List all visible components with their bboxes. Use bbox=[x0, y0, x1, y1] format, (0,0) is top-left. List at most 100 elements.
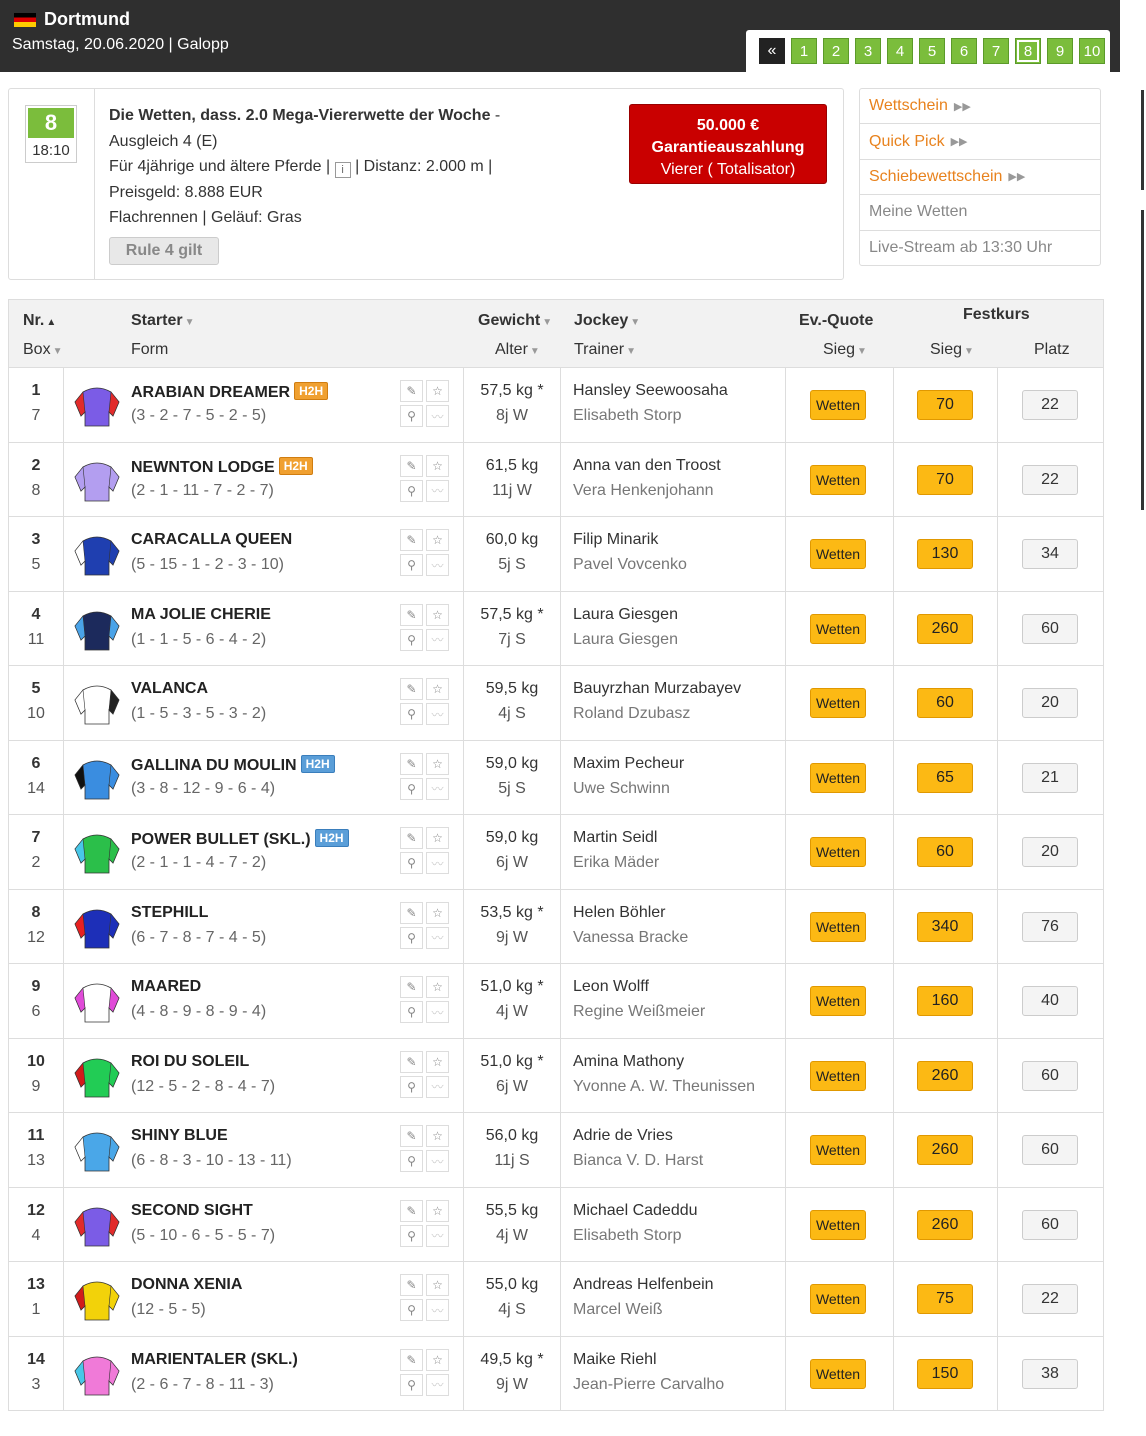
star-icon[interactable]: ☆ bbox=[426, 976, 449, 998]
pencil-icon[interactable]: ✎ bbox=[400, 1274, 423, 1296]
win-odds-button[interactable]: 160 bbox=[917, 986, 973, 1016]
pencil-icon[interactable]: ✎ bbox=[400, 678, 423, 700]
place-odds-button[interactable]: 22 bbox=[1022, 464, 1078, 495]
star-icon[interactable]: ☆ bbox=[426, 1199, 449, 1222]
info-icon[interactable]: i bbox=[334, 162, 351, 178]
runner-name[interactable]: POWER BULLET (SKL.) bbox=[131, 831, 311, 848]
col-box[interactable]: Box ▼ bbox=[23, 341, 62, 359]
star-icon[interactable]: ☆ bbox=[426, 380, 449, 402]
race-button[interactable]: 3 bbox=[855, 38, 881, 64]
bet-button[interactable]: Wetten bbox=[810, 613, 866, 644]
chart-icon[interactable]: 〰 bbox=[426, 1001, 449, 1023]
runner-name[interactable]: SECOND SIGHT bbox=[131, 1202, 253, 1219]
col-fk-sieg[interactable]: Sieg ▼ bbox=[930, 341, 974, 359]
bet-button[interactable]: Wetten bbox=[810, 464, 866, 495]
runner-name[interactable]: MARIENTALER (SKL.) bbox=[131, 1351, 298, 1368]
chart-icon[interactable]: 〰 bbox=[426, 1075, 449, 1098]
col-gewicht[interactable]: Gewicht ▼ bbox=[478, 312, 552, 330]
star-icon[interactable]: ☆ bbox=[426, 752, 449, 775]
chart-icon[interactable]: 〰 bbox=[426, 703, 449, 725]
col-trainer[interactable]: Trainer ▼ bbox=[574, 341, 636, 359]
chart-icon[interactable]: 〰 bbox=[426, 926, 449, 949]
bet-button[interactable]: Wetten bbox=[810, 986, 866, 1016]
win-odds-button[interactable]: 70 bbox=[917, 464, 973, 495]
search-icon[interactable]: ⚲ bbox=[400, 554, 423, 576]
win-odds-button[interactable]: 340 bbox=[917, 911, 973, 942]
search-icon[interactable]: ⚲ bbox=[400, 1001, 423, 1023]
pencil-icon[interactable]: ✎ bbox=[400, 752, 423, 775]
guarantee-banner[interactable]: 50.000 € Garantieauszahlung Vierer ( Tot… bbox=[629, 104, 827, 184]
pencil-icon[interactable]: ✎ bbox=[400, 454, 423, 477]
win-odds-button[interactable]: 260 bbox=[917, 1060, 973, 1091]
runner-name[interactable]: MAARED bbox=[131, 978, 201, 995]
pencil-icon[interactable]: ✎ bbox=[400, 603, 423, 626]
bet-button[interactable]: Wetten bbox=[810, 1358, 866, 1389]
search-icon[interactable]: ⚲ bbox=[400, 703, 423, 725]
chart-icon[interactable]: 〰 bbox=[426, 479, 449, 502]
search-icon[interactable]: ⚲ bbox=[400, 1075, 423, 1098]
col-jockey[interactable]: Jockey ▼ bbox=[574, 312, 640, 330]
chart-icon[interactable]: 〰 bbox=[426, 628, 449, 651]
runner-name[interactable]: GALLINA DU MOULIN bbox=[131, 757, 297, 774]
h2h-badge[interactable]: H2H bbox=[314, 829, 349, 847]
race-button[interactable]: 6 bbox=[951, 38, 977, 64]
race-button[interactable]: 1 bbox=[791, 38, 817, 64]
win-odds-button[interactable]: 65 bbox=[917, 762, 973, 793]
runner-name[interactable]: ARABIAN DREAMER bbox=[131, 384, 290, 401]
search-icon[interactable]: ⚲ bbox=[400, 479, 423, 502]
bet-button[interactable]: Wetten bbox=[810, 837, 866, 867]
win-odds-button[interactable]: 60 bbox=[917, 837, 973, 867]
runner-name[interactable]: DONNA XENIA bbox=[131, 1276, 242, 1293]
runner-name[interactable]: VALANCA bbox=[131, 680, 208, 697]
place-odds-button[interactable]: 21 bbox=[1022, 762, 1078, 793]
bet-button[interactable]: Wetten bbox=[810, 539, 866, 569]
win-odds-button[interactable]: 150 bbox=[917, 1358, 973, 1389]
chart-icon[interactable]: 〰 bbox=[426, 554, 449, 576]
search-icon[interactable]: ⚲ bbox=[400, 926, 423, 949]
bet-button[interactable]: Wetten bbox=[810, 390, 866, 420]
pencil-icon[interactable]: ✎ bbox=[400, 827, 423, 849]
star-icon[interactable]: ☆ bbox=[426, 901, 449, 924]
race-button[interactable]: 9 bbox=[1047, 38, 1073, 64]
chart-icon[interactable]: 〰 bbox=[426, 1150, 449, 1172]
search-icon[interactable]: ⚲ bbox=[400, 405, 423, 427]
bet-button[interactable]: Wetten bbox=[810, 911, 866, 942]
bet-button[interactable]: Wetten bbox=[810, 1209, 866, 1240]
race-button[interactable]: 10 bbox=[1079, 38, 1105, 64]
race-button[interactable]: 5 bbox=[919, 38, 945, 64]
pencil-icon[interactable]: ✎ bbox=[400, 1050, 423, 1073]
place-odds-button[interactable]: 60 bbox=[1022, 1135, 1078, 1165]
place-odds-button[interactable]: 60 bbox=[1022, 1209, 1078, 1240]
star-icon[interactable]: ☆ bbox=[426, 529, 449, 551]
runner-name[interactable]: SHINY BLUE bbox=[131, 1127, 228, 1144]
runner-name[interactable]: NEWNTON LODGE bbox=[131, 459, 275, 476]
win-odds-button[interactable]: 75 bbox=[917, 1284, 973, 1314]
star-icon[interactable]: ☆ bbox=[426, 678, 449, 700]
win-odds-button[interactable]: 60 bbox=[917, 688, 973, 718]
pencil-icon[interactable]: ✎ bbox=[400, 380, 423, 402]
place-odds-button[interactable]: 76 bbox=[1022, 911, 1078, 942]
bet-button[interactable]: Wetten bbox=[810, 1060, 866, 1091]
place-odds-button[interactable]: 22 bbox=[1022, 390, 1078, 420]
back-button[interactable]: « bbox=[759, 38, 785, 64]
link-schiebewettschein[interactable]: Schiebewettschein ▶▶ bbox=[860, 160, 1100, 196]
pencil-icon[interactable]: ✎ bbox=[400, 1125, 423, 1147]
race-button[interactable]: 2 bbox=[823, 38, 849, 64]
bet-button[interactable]: Wetten bbox=[810, 1135, 866, 1165]
star-icon[interactable]: ☆ bbox=[426, 1348, 449, 1371]
runner-name[interactable]: MA JOLIE CHERIE bbox=[131, 606, 271, 623]
win-odds-button[interactable]: 260 bbox=[917, 1135, 973, 1165]
win-odds-button[interactable]: 130 bbox=[917, 539, 973, 569]
pencil-icon[interactable]: ✎ bbox=[400, 529, 423, 551]
col-ev-sieg[interactable]: Sieg ▼ bbox=[823, 341, 867, 359]
place-odds-button[interactable]: 38 bbox=[1022, 1358, 1078, 1389]
place-odds-button[interactable]: 40 bbox=[1022, 986, 1078, 1016]
pencil-icon[interactable]: ✎ bbox=[400, 976, 423, 998]
place-odds-button[interactable]: 22 bbox=[1022, 1284, 1078, 1314]
chart-icon[interactable]: 〰 bbox=[426, 405, 449, 427]
h2h-badge[interactable]: H2H bbox=[300, 754, 335, 773]
link-wettschein[interactable]: Wettschein ▶▶ bbox=[860, 89, 1100, 125]
link-quick-pick[interactable]: Quick Pick ▶▶ bbox=[860, 124, 1100, 160]
star-icon[interactable]: ☆ bbox=[426, 827, 449, 849]
search-icon[interactable]: ⚲ bbox=[400, 1224, 423, 1247]
